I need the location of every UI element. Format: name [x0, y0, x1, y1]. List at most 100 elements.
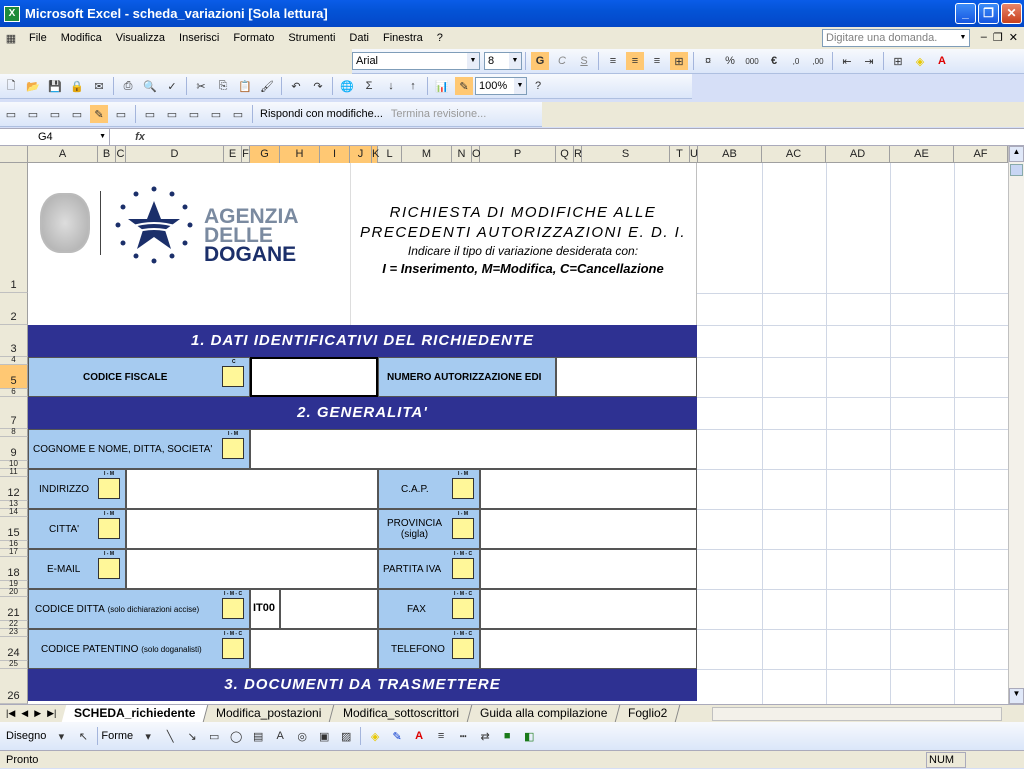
row-header[interactable]: 2	[0, 293, 28, 325]
column-header[interactable]: AF	[954, 146, 1008, 163]
mdi-minimize-button[interactable]: –	[981, 31, 987, 44]
borders-icon[interactable]: ⊞	[889, 52, 907, 70]
row-header[interactable]: 17	[0, 547, 28, 557]
help-icon[interactable]: ?	[529, 77, 547, 95]
row-header[interactable]: 25	[0, 659, 28, 669]
thousands-icon[interactable]: 000	[743, 52, 761, 70]
align-right-icon[interactable]: ≡	[648, 52, 666, 70]
print-preview-icon[interactable]: 🔍	[141, 77, 159, 95]
column-header[interactable]: U	[690, 146, 698, 163]
citta-field[interactable]	[126, 509, 378, 549]
fax-checkbox[interactable]	[452, 598, 474, 619]
cap-field[interactable]	[480, 469, 697, 509]
underline-button[interactable]: S	[575, 52, 593, 70]
font-select[interactable]: Arial ▼	[352, 52, 480, 70]
sheet-tab[interactable]: SCHEDA_richiedente	[61, 705, 209, 722]
row-header[interactable]: 4	[0, 355, 28, 365]
font-color-icon[interactable]: A	[410, 727, 428, 745]
cut-icon[interactable]: ✂	[192, 77, 210, 95]
sort-desc-icon[interactable]: ↑	[404, 77, 422, 95]
chevron-down-icon[interactable]: ▼	[467, 53, 479, 69]
review-icon-10[interactable]: ▭	[229, 105, 247, 123]
save-icon[interactable]: 💾	[46, 77, 64, 95]
column-header[interactable]: A	[28, 146, 98, 163]
codice-fiscale-field[interactable]	[250, 357, 378, 397]
function-icon[interactable]: fx	[110, 129, 170, 145]
column-header[interactable]: T	[670, 146, 690, 163]
row-header[interactable]: 6	[0, 387, 28, 397]
provincia-field[interactable]	[480, 509, 697, 549]
sort-asc-icon[interactable]: ↓	[382, 77, 400, 95]
forme-menu[interactable]: Forme	[101, 730, 133, 742]
menu-file[interactable]: File	[22, 32, 54, 44]
sheet-tab[interactable]: Modifica_postazioni	[204, 705, 336, 722]
column-header[interactable]: Q	[556, 146, 574, 163]
decrease-decimal-icon[interactable]: ,00	[809, 52, 827, 70]
fill-color-icon[interactable]: ◈	[911, 52, 929, 70]
row-header[interactable]: 11	[0, 467, 28, 477]
horizontal-scrollbar[interactable]	[712, 707, 1002, 721]
partita-iva-field[interactable]	[480, 549, 697, 589]
cap-checkbox[interactable]	[452, 478, 474, 499]
minimize-button[interactable]: _	[955, 3, 976, 24]
sheet-tab[interactable]: Guida alla compilazione	[467, 705, 621, 722]
chevron-down-icon[interactable]: ▼	[957, 30, 969, 46]
formula-input[interactable]	[170, 129, 1024, 145]
row-header[interactable]: 9	[0, 437, 28, 461]
undo-icon[interactable]: ↶	[287, 77, 305, 95]
textbox-icon[interactable]: ▤	[249, 727, 267, 745]
rectangle-icon[interactable]: ▭	[205, 727, 223, 745]
telefono-field[interactable]	[480, 629, 697, 669]
increase-decimal-icon[interactable]: ,0	[787, 52, 805, 70]
format-painter-icon[interactable]: 🖌	[258, 77, 276, 95]
chart-wizard-icon[interactable]: 📊	[433, 77, 451, 95]
bold-button[interactable]: G	[531, 52, 549, 70]
copy-icon[interactable]: ⎘	[214, 77, 232, 95]
autosum-icon[interactable]: Σ	[360, 77, 378, 95]
review-icon-6[interactable]: ▭	[141, 105, 159, 123]
menu-visualizza[interactable]: Visualizza	[109, 32, 172, 44]
font-size-select[interactable]: 8 ▼	[484, 52, 522, 70]
numero-autorizzazione-field[interactable]	[556, 357, 697, 397]
scroll-up-icon[interactable]: ▲	[1009, 146, 1024, 162]
review-icon-1[interactable]: ▭	[2, 105, 20, 123]
spelling-icon[interactable]: ✓	[163, 77, 181, 95]
font-color-icon[interactable]: A	[933, 52, 951, 70]
column-header[interactable]: AD	[826, 146, 890, 163]
citta-checkbox[interactable]	[98, 518, 120, 539]
column-header[interactable]: M	[402, 146, 452, 163]
codice-patentino-checkbox[interactable]	[222, 638, 244, 659]
column-header[interactable]: G	[250, 146, 280, 163]
next-sheet-icon[interactable]: ▶	[34, 708, 41, 719]
row-header[interactable]: 18	[0, 557, 28, 581]
mdi-close-button[interactable]: ✕	[1009, 31, 1018, 44]
review-icon-5[interactable]: ▭	[112, 105, 130, 123]
column-header[interactable]: I	[320, 146, 350, 163]
fax-field[interactable]	[480, 589, 697, 629]
disegno-menu[interactable]: Disegno	[6, 730, 46, 742]
email-field[interactable]	[126, 549, 378, 589]
menu-modifica[interactable]: Modifica	[54, 32, 109, 44]
reply-with-changes-button[interactable]: Rispondi con modifiche...	[260, 108, 383, 120]
partita-iva-checkbox[interactable]	[452, 558, 474, 579]
menu-formato[interactable]: Formato	[226, 32, 281, 44]
row-header[interactable]: 12	[0, 477, 28, 501]
chevron-down-icon[interactable]: ▼	[509, 53, 521, 69]
row-header[interactable]: 14	[0, 507, 28, 517]
select-pointer-icon[interactable]: ↖	[74, 727, 92, 745]
first-sheet-icon[interactable]: |◀	[6, 708, 15, 719]
row-header[interactable]: 7	[0, 397, 28, 429]
line-style-icon[interactable]: ≡	[432, 727, 450, 745]
row-header[interactable]: 23	[0, 627, 28, 637]
dash-style-icon[interactable]: ┅	[454, 727, 472, 745]
chevron-down-icon[interactable]: ▼	[514, 78, 526, 94]
prev-sheet-icon[interactable]: ◀	[21, 708, 28, 719]
shadow-icon[interactable]: ■	[498, 727, 516, 745]
review-icon-4[interactable]: ▭	[68, 105, 86, 123]
row-header[interactable]: 24	[0, 637, 28, 661]
percent-icon[interactable]: %	[721, 52, 739, 70]
column-header[interactable]: F	[242, 146, 250, 163]
row-header[interactable]: 15	[0, 517, 28, 541]
review-icon-2[interactable]: ▭	[24, 105, 42, 123]
column-header[interactable]: N	[452, 146, 472, 163]
